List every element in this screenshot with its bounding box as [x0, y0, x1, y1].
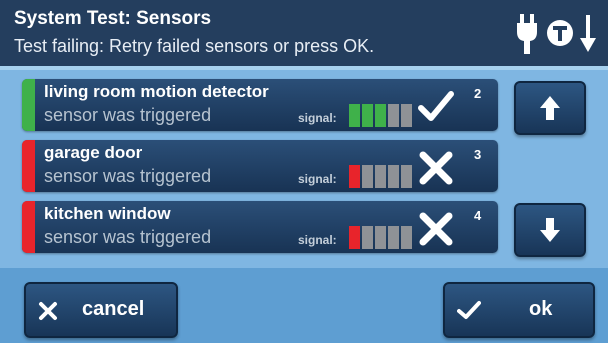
- sensor-name: kitchen window: [44, 204, 171, 223]
- sensor-name: living room motion detector: [44, 82, 269, 101]
- sensor-row-garage-door[interactable]: garage door sensor was triggered signal:…: [22, 140, 498, 192]
- signal-bar-1: [349, 226, 360, 249]
- signal-bar-1: [349, 165, 360, 188]
- page-title: System Test: Sensors: [14, 8, 212, 29]
- signal-bar-3: [375, 165, 386, 188]
- status-bar: [22, 79, 35, 131]
- signal-label: signal:: [298, 111, 337, 125]
- signal-label: signal:: [298, 172, 337, 186]
- scroll-up-icon: [540, 96, 560, 120]
- sensor-status: sensor was triggered: [44, 105, 212, 125]
- sensor-name: garage door: [44, 143, 143, 162]
- scroll-down-button[interactable]: [514, 203, 586, 257]
- header: System Test: Sensors Test failing: Retry…: [0, 0, 608, 66]
- sensor-row-kitchen-window[interactable]: kitchen window sensor was triggered sign…: [22, 201, 498, 253]
- signal-bar-2: [362, 104, 373, 127]
- status-bar: [22, 140, 35, 192]
- signal-bar-4: [388, 226, 399, 249]
- signal-bar-4: [388, 104, 399, 127]
- signal-strength-meter: [349, 226, 412, 249]
- signal-label: signal:: [298, 233, 337, 247]
- ok-button-label: ok: [529, 298, 553, 320]
- sensor-status: sensor was triggered: [44, 227, 212, 247]
- scroll-up-button[interactable]: [514, 81, 586, 135]
- checkmark-icon: [457, 301, 481, 319]
- status-bar: [22, 201, 35, 253]
- x-mark-icon: [419, 212, 453, 246]
- sensor-number: 2: [474, 86, 482, 101]
- signal-bar-3: [375, 104, 386, 127]
- power-plug-icon: [517, 14, 537, 54]
- sensor-row-living-room[interactable]: living room motion detector sensor was t…: [22, 79, 498, 131]
- arrow-down-icon: [580, 15, 596, 52]
- ok-button[interactable]: ok: [443, 282, 595, 338]
- signal-bar-5: [401, 104, 412, 127]
- signal-strength-meter: [349, 165, 412, 188]
- header-divider: [0, 66, 608, 70]
- scroll-down-icon: [540, 218, 560, 242]
- signal-strength-meter: [349, 104, 412, 127]
- signal-bar-2: [362, 165, 373, 188]
- signal-bar-4: [388, 165, 399, 188]
- header-icons: [516, 10, 600, 56]
- signal-bar-5: [401, 165, 412, 188]
- signal-bar-5: [401, 226, 412, 249]
- sensor-number: 3: [474, 147, 482, 162]
- x-icon: [39, 302, 57, 320]
- signal-bar-3: [375, 226, 386, 249]
- sensor-number: 4: [474, 208, 482, 223]
- page-subtitle: Test failing: Retry failed sensors or pr…: [14, 36, 375, 56]
- checkmark-icon: [418, 91, 454, 121]
- cancel-button[interactable]: cancel: [24, 282, 178, 338]
- signal-bar-2: [362, 226, 373, 249]
- cancel-button-label: cancel: [82, 298, 145, 320]
- sensor-status: sensor was triggered: [44, 166, 212, 186]
- test-mode-icon: [547, 20, 573, 46]
- x-mark-icon: [419, 151, 453, 185]
- signal-bar-1: [349, 104, 360, 127]
